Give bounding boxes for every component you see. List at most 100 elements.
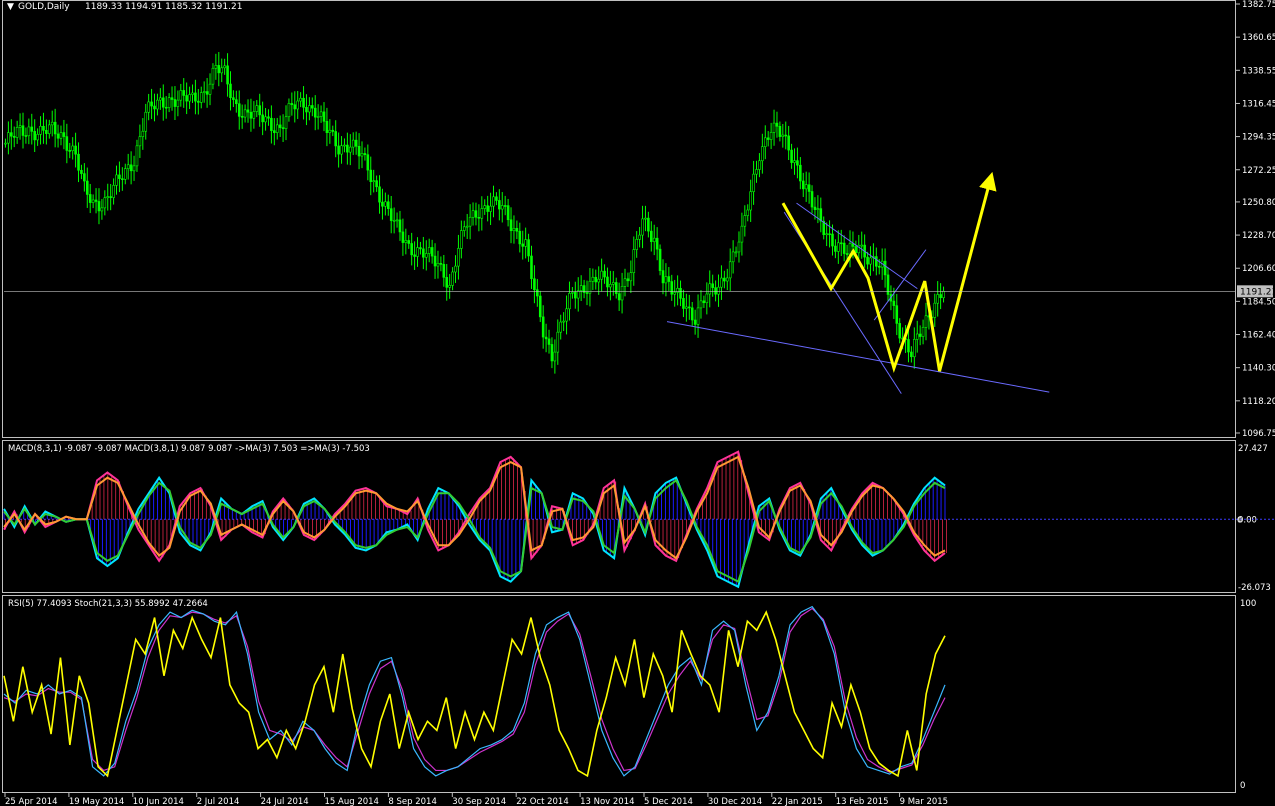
candle-body	[4, 142, 7, 145]
candle-body	[194, 92, 197, 102]
time-tick-label: 5 Dec 2014	[644, 797, 693, 806]
candle-body	[468, 216, 472, 227]
candle-body	[629, 272, 633, 282]
candle-body	[860, 244, 864, 247]
time-tick-label: 22 Oct 2014	[516, 797, 569, 806]
price-tick-label: 1360.65	[1242, 33, 1275, 43]
candle-body	[144, 111, 148, 132]
candle-body	[173, 99, 177, 107]
candle-body	[942, 291, 945, 299]
candle-body	[372, 180, 375, 182]
candle-body	[451, 271, 454, 286]
candle-body	[427, 247, 431, 254]
candle-body	[895, 305, 899, 324]
candle-body	[68, 150, 72, 152]
candle-body	[156, 99, 159, 110]
candle-body	[655, 237, 659, 250]
candle-body	[731, 251, 735, 263]
candle-body	[626, 278, 630, 282]
candle-body	[153, 105, 156, 110]
candle-body	[761, 146, 764, 162]
candle-body	[913, 339, 916, 358]
time-tick-label: 19 May 2014	[69, 797, 124, 806]
candle-body	[18, 125, 22, 128]
time-tick-label: 24 Jul 2014	[261, 797, 309, 806]
candle-body	[439, 263, 443, 265]
candle-body	[498, 200, 501, 210]
candle-body	[240, 116, 244, 118]
candle-body	[877, 265, 881, 268]
candle-body	[685, 306, 688, 309]
candle-body	[348, 146, 352, 153]
candle-body	[121, 178, 124, 180]
candle-body	[667, 276, 671, 282]
candle-body	[664, 276, 668, 284]
macd-tick-label: -26.073	[1238, 583, 1271, 593]
candle-body	[650, 230, 653, 242]
candle-body	[416, 247, 419, 257]
candle-body	[606, 276, 609, 288]
candle-body	[384, 201, 387, 207]
candle-body	[690, 307, 694, 321]
candle-body	[407, 240, 411, 244]
candle-body	[845, 253, 849, 255]
candle-body	[480, 208, 484, 219]
candle-body	[179, 90, 183, 101]
candle-body	[182, 90, 186, 96]
candle-body	[837, 242, 840, 252]
candle-body	[197, 100, 200, 103]
candle-body	[772, 122, 776, 133]
candle-body	[746, 209, 750, 216]
symbol-marker-icon[interactable]: ▼	[7, 2, 14, 12]
time-tick-label: 9 Mar 2015	[900, 797, 948, 806]
candle-body	[910, 351, 913, 358]
candle-body	[705, 293, 709, 304]
candle-body	[401, 231, 405, 243]
trading-chart: 1382.75 1360.65 1338.55 1316.45 1294.35 1272.…	[0, 0, 1275, 806]
candle-body	[536, 289, 539, 297]
candle-body	[679, 288, 682, 299]
candle-body	[112, 185, 115, 198]
candle-body	[495, 196, 498, 201]
macd-tick-label: 27.427	[1238, 444, 1268, 454]
candle-body	[53, 121, 57, 135]
time-tick-label: 10 Jun 2014	[133, 797, 184, 806]
candle-body	[600, 270, 603, 280]
candle-body	[594, 276, 598, 283]
candle-body	[15, 127, 19, 138]
candle-body	[33, 131, 36, 141]
candle-body	[138, 136, 142, 147]
candle-body	[816, 208, 820, 210]
price-tick-label: 1140.30	[1242, 364, 1275, 374]
price-tick-label: 1272.25	[1242, 166, 1275, 176]
candle-body	[477, 216, 481, 219]
candle-body	[106, 196, 110, 199]
candle-body	[50, 121, 54, 126]
candle-body	[381, 201, 384, 207]
candle-body	[132, 165, 136, 172]
candle-body	[176, 99, 180, 107]
candle-body	[208, 83, 212, 95]
candle-body	[378, 186, 381, 203]
oscillator-tick-label: 0	[1240, 781, 1245, 791]
candle-body	[831, 233, 834, 247]
candle-body	[422, 248, 425, 258]
candle-body	[661, 270, 665, 284]
candle-body	[278, 124, 282, 128]
candle-body	[229, 83, 232, 98]
candle-body	[641, 218, 644, 236]
candle-body	[77, 153, 80, 171]
candle-body	[796, 160, 799, 166]
candle-body	[123, 168, 127, 180]
price-tick-label: 1162.40	[1242, 331, 1275, 341]
candle-body	[191, 92, 194, 95]
candle-body	[866, 256, 869, 265]
candle-body	[363, 153, 367, 155]
candle-body	[682, 298, 685, 309]
candle-body	[299, 97, 302, 102]
candle-body	[24, 135, 28, 137]
candle-body	[793, 160, 796, 163]
candle-body	[433, 255, 437, 267]
candle-body	[311, 105, 314, 109]
candle-body	[30, 126, 34, 132]
